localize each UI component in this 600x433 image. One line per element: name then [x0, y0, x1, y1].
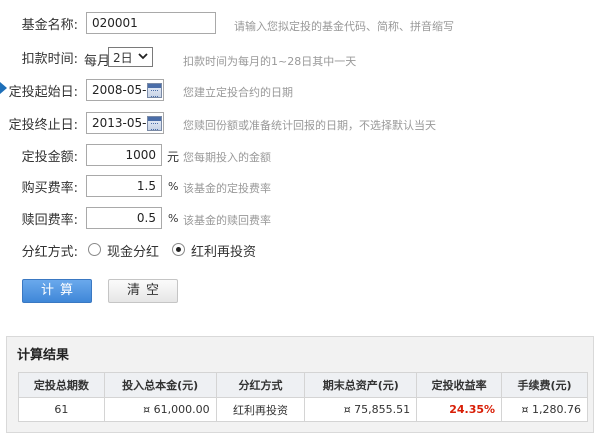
amount-input[interactable]: 1000 [86, 144, 162, 166]
calendar-icon[interactable] [147, 116, 162, 131]
end-date-hint: 您赎回份额或准备统计回报的日期，不选择默认当天 [183, 119, 436, 132]
cell-total-principal: ¤ 61,000.00 [103, 397, 217, 422]
redeem-fee-unit: % [168, 212, 179, 225]
dividend-label: 分红方式: [21, 245, 78, 260]
deduct-time-hint: 扣款时间为每月的1~28日其中一天 [183, 55, 357, 68]
deduct-time-prefix: 每月 [84, 54, 111, 69]
start-date-label: 定投起始日: [8, 85, 78, 100]
result-header-row: 定投总期数 投入总本金(元) 分红方式 期末总资产(元) 定投收益率 手续费(元… [18, 372, 588, 398]
redeem-fee-input[interactable]: 0.5 [86, 207, 162, 229]
redeem-fee-hint: 该基金的赎回费率 [183, 214, 271, 227]
header-total-principal: 投入总本金(元) [103, 372, 217, 398]
deduct-day-value: 2日 [113, 51, 133, 65]
end-date-label: 定投终止日: [8, 118, 78, 133]
calculate-button[interactable]: 计算 [22, 279, 92, 303]
start-date-hint: 您建立定投合约的日期 [183, 86, 293, 99]
header-final-assets: 期末总资产(元) [304, 372, 418, 398]
clear-button[interactable]: 清空 [108, 279, 178, 303]
header-dividend-mode: 分红方式 [215, 372, 306, 398]
buy-fee-label: 购买费率: [21, 181, 78, 196]
buy-fee-input[interactable]: 1.5 [86, 175, 162, 197]
fund-code-input[interactable]: 020001 [86, 12, 216, 34]
result-table: 定投总期数 投入总本金(元) 分红方式 期末总资产(元) 定投收益率 手续费(元… [18, 372, 588, 422]
calendar-icon[interactable] [147, 83, 162, 98]
amount-unit: 元 [167, 150, 180, 164]
buy-fee-hint: 该基金的定投费率 [183, 182, 271, 195]
header-fees: 手续费(元) [501, 372, 588, 398]
result-panel: 计算结果 定投总期数 投入总本金(元) 分红方式 期末总资产(元) 定投收益率 … [6, 336, 594, 433]
cell-dividend-mode: 红利再投资 [215, 397, 306, 422]
redeem-fee-label: 赎回费率: [21, 213, 78, 228]
deduct-day-select[interactable]: 2日 [108, 47, 153, 67]
header-total-periods: 定投总期数 [18, 372, 105, 398]
dividend-reinvest-label[interactable]: 红利再投资 [191, 241, 256, 260]
dividend-reinvest-radio[interactable] [172, 243, 185, 256]
fund-name-label: 基金名称: [21, 18, 78, 33]
amount-label: 定投金额: [21, 150, 78, 165]
cell-fees: ¤ 1,280.76 [501, 397, 588, 422]
dividend-cash-label[interactable]: 现金分红 [107, 241, 159, 260]
cell-total-periods: 61 [18, 397, 105, 422]
cell-final-assets: ¤ 75,855.51 [304, 397, 418, 422]
chevron-down-icon [138, 53, 148, 60]
header-return-rate: 定投收益率 [416, 372, 503, 398]
dividend-cash-radio[interactable] [88, 243, 101, 256]
amount-hint: 您每期投入的金额 [183, 151, 271, 164]
buy-fee-unit: % [168, 180, 179, 193]
cell-return-rate: 24.35% [416, 397, 503, 422]
result-title: 计算结果 [17, 348, 70, 363]
deduct-time-label: 扣款时间: [21, 52, 78, 67]
table-row: 61 ¤ 61,000.00 红利再投资 ¤ 75,855.51 24.35% … [18, 397, 588, 422]
fund-name-hint: 请输入您拟定投的基金代码、简称、拼音缩写 [234, 20, 454, 33]
